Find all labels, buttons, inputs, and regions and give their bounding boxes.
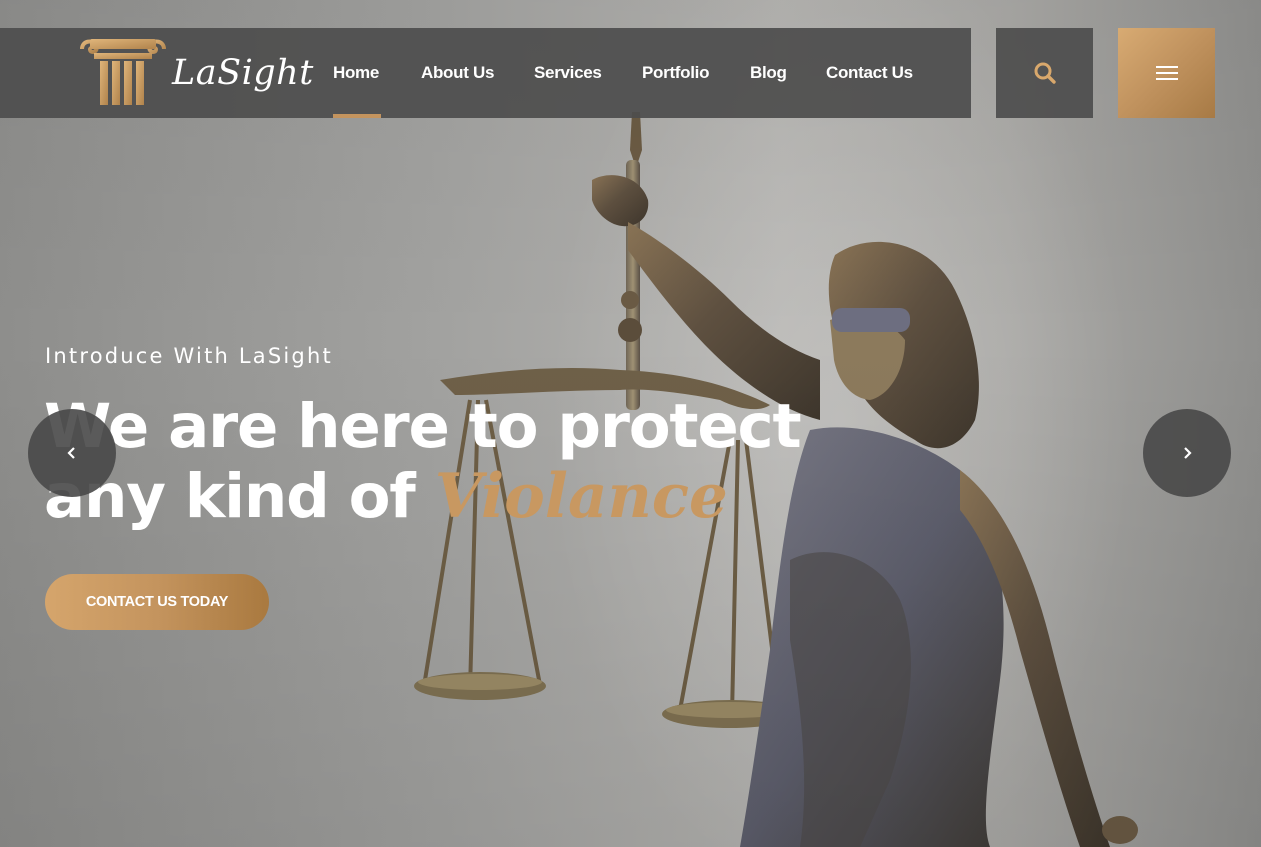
- hero-headline: We are here to protect any kind of Viola…: [44, 392, 804, 532]
- nav-item-home[interactable]: Home: [333, 28, 379, 118]
- slider-next-button[interactable]: [1143, 409, 1231, 497]
- menu-toggle-button[interactable]: [1118, 28, 1215, 118]
- hero-headline-line2: any kind of Violance: [44, 462, 804, 532]
- chevron-right-icon: [1184, 447, 1192, 459]
- nav-active-indicator: [333, 114, 381, 118]
- nav-item-portfolio[interactable]: Portfolio: [642, 28, 709, 118]
- nav-item-blog[interactable]: Blog: [750, 28, 787, 118]
- hamburger-menu-icon: [1155, 66, 1178, 80]
- search-icon: [1034, 62, 1056, 84]
- logo-wordmark[interactable]: LaSight: [172, 53, 314, 93]
- chevron-left-icon: [67, 447, 75, 459]
- nav-item-contact-us[interactable]: Contact Us: [826, 28, 913, 118]
- slider-prev-button[interactable]: [28, 409, 116, 497]
- hero-intro-text: Introduce With LaSight: [45, 344, 333, 368]
- search-button[interactable]: [996, 28, 1093, 118]
- nav-item-about-us[interactable]: About Us: [421, 28, 494, 118]
- hero-headline-accent: Violance: [434, 461, 728, 532]
- hero-headline-line1: We are here to protect: [44, 391, 802, 462]
- nav-item-services[interactable]: Services: [534, 28, 602, 118]
- contact-us-today-button[interactable]: CONTACT US TODAY: [45, 574, 269, 630]
